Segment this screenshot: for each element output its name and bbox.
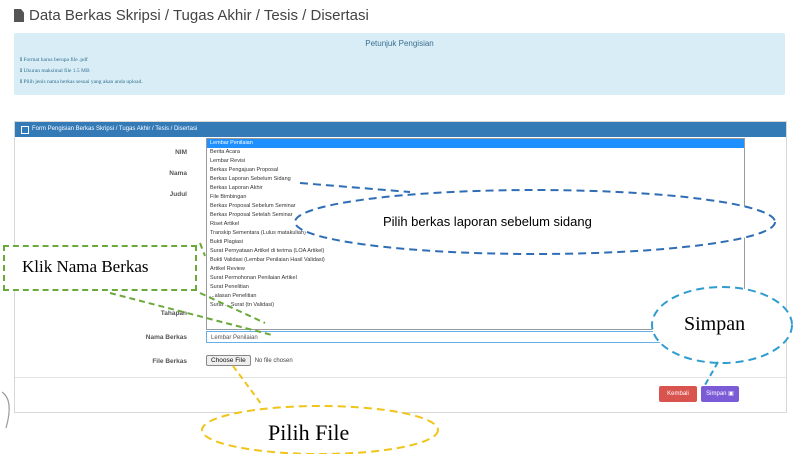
no-file-text: No file chosen (254, 357, 293, 364)
nama-berkas-select[interactable]: Lembar Penilaian (206, 331, 743, 343)
save-icon: ▣ (728, 391, 734, 397)
dropdown-option[interactable]: Berkas Laporan Sebelum Sidang (207, 175, 744, 184)
label-nama-berkas: Nama Berkas (145, 334, 187, 341)
pilih-file-callout-text: Pilih File (268, 420, 350, 445)
instruction-line: ℹ Ukuran maksimal file 1.5 MB (20, 68, 90, 74)
edit-icon (21, 125, 29, 134)
edge-arc (1, 391, 10, 429)
dropdown-option[interactable]: ...alasan Penelitian (207, 292, 744, 301)
klik-callout-text: Klik Nama Berkas (22, 257, 149, 276)
pilih-berkas-callout-text: Pilih berkas laporan sebelum sidang (383, 214, 592, 229)
dropdown-option[interactable]: Artikel Review (207, 265, 744, 274)
form-header-text: Form Pengisian Berkas Skripsi / Tugas Ak… (32, 126, 198, 132)
form-header: Form Pengisian Berkas Skripsi / Tugas Ak… (15, 122, 786, 137)
dropdown-option[interactable]: Lembar Revisi (207, 157, 744, 166)
file-icon (14, 9, 24, 22)
dropdown-option[interactable]: Surat Permohonan Penilaian Artikel (207, 274, 744, 283)
dropdown-option[interactable]: Berkas Proposal Sebelum Seminar (207, 202, 744, 211)
instruction-line: ℹ Format harus berupa file .pdf (20, 57, 88, 63)
label-nim: NIM (175, 149, 187, 156)
form-footer-divider (15, 377, 786, 378)
nama-berkas-dropdown-list[interactable]: Lembar Penilaian Berita Acara Lembar Rev… (206, 138, 745, 330)
dropdown-option[interactable]: Surat Penelitian (207, 283, 744, 292)
dropdown-option[interactable]: Surat ... Surat (tn Validasi) (207, 301, 744, 310)
simpan-callout-text: Simpan (684, 313, 746, 335)
simpan-button[interactable]: Simpan ▣ (701, 386, 739, 402)
dropdown-option[interactable]: Transkip Sementara (Lulus matakuliah) (207, 229, 744, 238)
page-title-text: Data Berkas Skripsi / Tugas Akhir / Tesi… (29, 7, 369, 24)
instructions-title: Petunjuk Pengisian (365, 39, 434, 48)
dropdown-option[interactable]: Bukti Plagiasi (207, 238, 744, 247)
dropdown-option[interactable]: Berita Acara (207, 148, 744, 157)
page-title: Data Berkas Skripsi / Tugas Akhir / Tesi… (14, 7, 369, 24)
label-nama: Nama (169, 170, 187, 177)
instructions-box: Petunjuk Pengisian ℹ Format harus berupa… (14, 33, 785, 95)
dropdown-option[interactable]: Berkas Pengajuan Proposal (207, 166, 744, 175)
dropdown-option[interactable]: Berkas Laporan Akhir (207, 184, 744, 193)
dropdown-option[interactable]: Lembar Penilaian (207, 139, 744, 148)
label-tahapan: Tahapan (160, 310, 187, 317)
instruction-line: ℹ Pilih jenis nama berkas sesuai yang ak… (20, 79, 143, 85)
dropdown-option[interactable]: Surat Pernyataan Artikel di terima (LOA … (207, 247, 744, 256)
kembali-button[interactable]: Kembali (659, 386, 697, 402)
label-judul: Judul (169, 191, 187, 198)
simpan-button-label: Simpan (706, 391, 727, 397)
dropdown-option[interactable]: File Bimbingan (207, 193, 744, 202)
file-berkas-row: Choose File No file chosen (206, 355, 293, 366)
choose-file-button[interactable]: Choose File (206, 355, 251, 366)
label-file-berkas: File Berkas (152, 358, 187, 365)
dropdown-option[interactable]: Bukti Validasi (Lembar Penilaian Hasil V… (207, 256, 744, 265)
